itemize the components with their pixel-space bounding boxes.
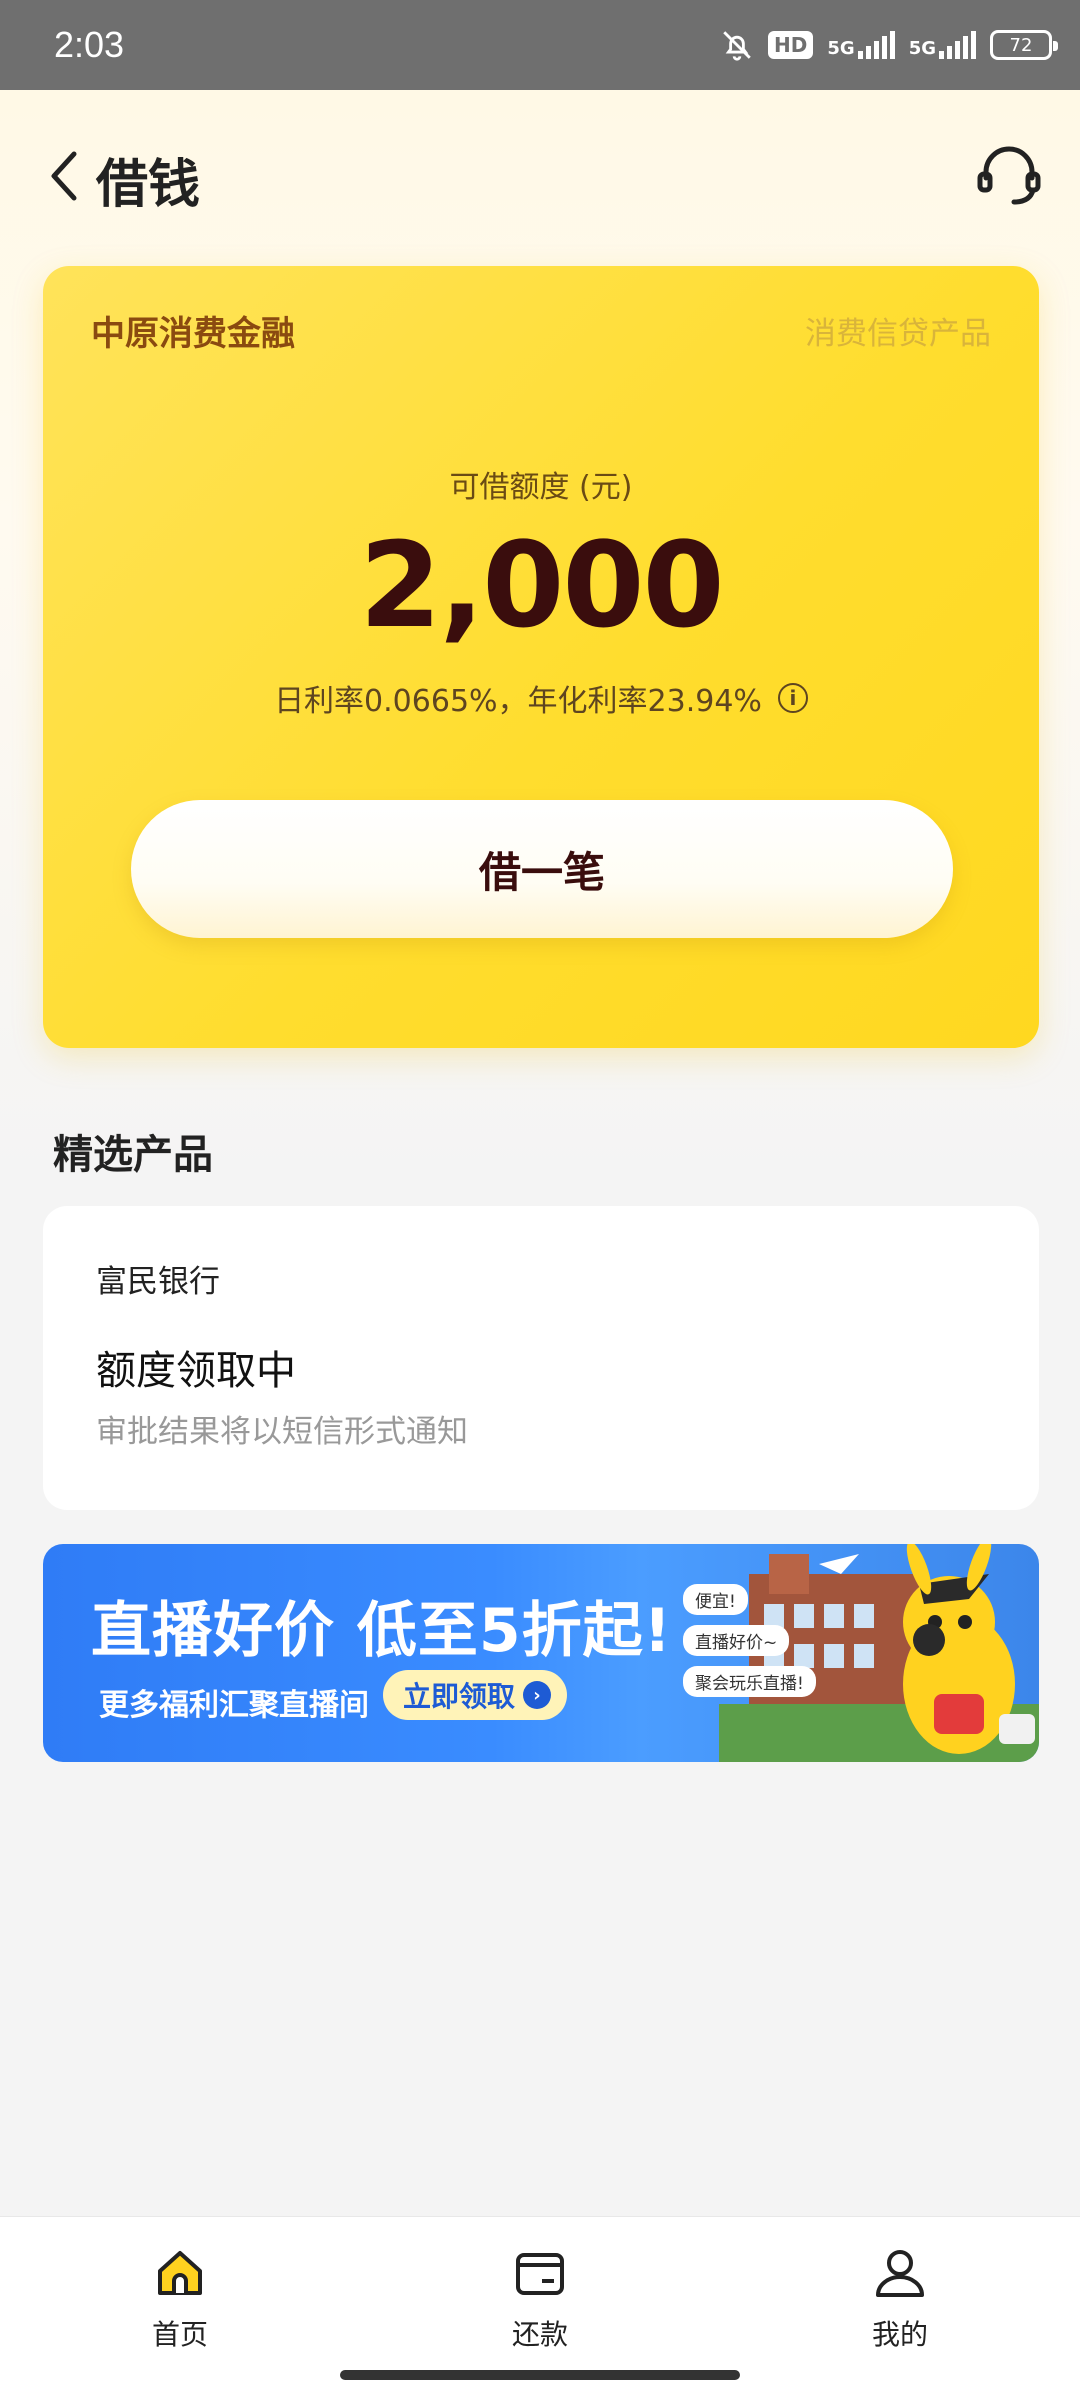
info-icon[interactable]: i xyxy=(777,683,808,713)
bell-off-icon xyxy=(723,31,751,61)
battery-icon: 72 xyxy=(990,30,1058,60)
back-arrow-icon[interactable] xyxy=(44,146,84,206)
promo-banner[interactable]: 直播好价 低至5折起! 更多福利汇聚直播间 立即领取 › 便宜! 直播好价~ 聚… xyxy=(43,1544,1039,1762)
banner-subtitle: 更多福利汇聚直播间 xyxy=(99,1688,369,1723)
banner-cta-button[interactable]: 立即领取 › xyxy=(383,1670,568,1720)
nav-label-mine: 我的 xyxy=(871,2318,928,2351)
signal-bars-icon xyxy=(939,31,976,59)
network-label-2: 5G xyxy=(908,38,936,59)
user-icon xyxy=(876,2250,924,2297)
banner-title: 直播好价 低至5折起! xyxy=(91,1596,672,1666)
network-label-1: 5G xyxy=(827,38,855,59)
nav-item-home[interactable]: 首页 xyxy=(80,2217,280,2400)
status-bar: 2:03 HD 5G 5G 72 xyxy=(0,0,1080,90)
nav-label-home: 首页 xyxy=(151,2318,208,2351)
product-bank: 富民银行 xyxy=(96,1264,220,1300)
signal-1: 5G xyxy=(827,31,895,59)
signal-2: 5G xyxy=(909,31,976,59)
nav-label-repay: 还款 xyxy=(511,2318,568,2351)
rate-text: 日利率0.0665%，年化利率23.94% xyxy=(274,684,762,719)
rate-row: 日利率0.0665%，年化利率23.94% i xyxy=(43,676,1039,720)
page-title: 借钱 xyxy=(96,155,201,215)
wallet-icon xyxy=(516,2253,564,2295)
customer-service-icon[interactable] xyxy=(974,140,1044,210)
banner-cta-label: 立即领取 xyxy=(403,1680,516,1713)
nav-bar: 借钱 xyxy=(0,120,1080,230)
home-icon xyxy=(158,2251,202,2295)
banner-bubble: 直播好价~ xyxy=(683,1625,790,1656)
nav-item-mine[interactable]: 我的 xyxy=(800,2217,1000,2400)
signal-bars-icon xyxy=(857,31,895,59)
product-note: 审批结果将以短信形式通知 xyxy=(96,1414,468,1450)
banner-bubbles: 便宜! 直播好价~ 聚会玩乐直播! xyxy=(683,1584,816,1697)
section-title: 精选产品 xyxy=(53,1132,213,1178)
lender-name: 中原消费金融 xyxy=(91,314,295,354)
banner-bubble: 便宜! xyxy=(683,1584,748,1615)
page: 2:03 HD 5G 5G 72 借钱 中原消费金融 消费信贷产品 可借额度 (… xyxy=(0,0,1080,2400)
status-icons: HD 5G 5G 72 xyxy=(720,28,1058,62)
mascot-illustration xyxy=(719,1544,1039,1762)
hd-badge: HD xyxy=(768,31,814,59)
status-time: 2:03 xyxy=(54,24,125,65)
borrow-button[interactable]: 借一笔 xyxy=(131,800,953,938)
limit-amount: 2,000 xyxy=(359,516,724,654)
product-tag: 消费信贷产品 xyxy=(805,316,991,352)
limit-label: 可借额度 (元) xyxy=(449,470,633,505)
banner-bubble: 聚会玩乐直播! xyxy=(683,1666,816,1697)
home-indicator[interactable] xyxy=(340,2370,740,2380)
product-status: 额度领取中 xyxy=(96,1348,296,1394)
chevron-right-icon: › xyxy=(523,1681,552,1709)
loan-card: 中原消费金融 消费信贷产品 可借额度 (元) 2,000 日利率0.0665%，… xyxy=(43,266,1039,1048)
product-card[interactable]: 富民银行 额度领取中 审批结果将以短信形式通知 xyxy=(43,1206,1039,1510)
